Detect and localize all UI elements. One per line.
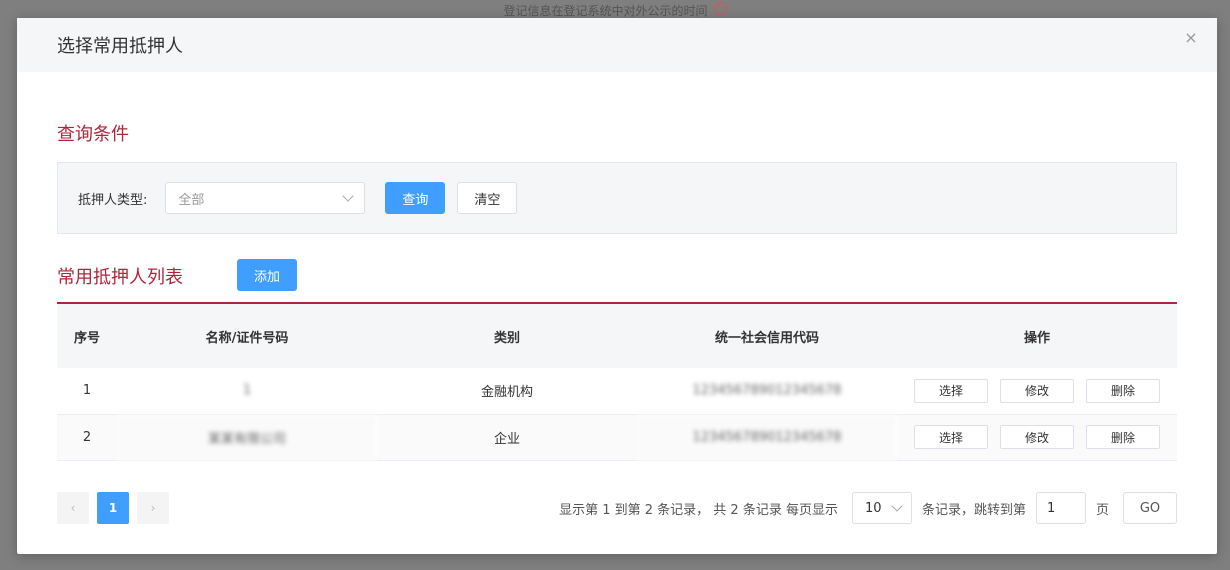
select-mortgagor-dialog: 选择常用抵押人 × 查询条件 抵押人类型: 全部 查询 清空 常用抵押人列表 添…	[17, 18, 1217, 554]
pagination: ‹ 1 › 显示第 1 到第 2 条记录， 共 2 条记录 每页显示 10 条记…	[57, 492, 1177, 524]
page-size-value: 10	[864, 500, 882, 516]
mortgagor-type-label: 抵押人类型:	[78, 192, 148, 208]
select-button[interactable]: 选择	[914, 378, 988, 403]
row-credit-code: 1234567890123456​78	[637, 368, 897, 415]
page-size-select[interactable]: 10	[851, 492, 912, 524]
chevron-down-icon	[342, 190, 355, 202]
table-header-row: 序号 名称/证件号码 类别 统一社会信用代码 操作	[57, 304, 1177, 368]
row-credit-code: 1234567890123456​78	[637, 414, 897, 461]
row-category: 企业	[377, 414, 637, 461]
background-hint: 登记信息在登记系统中对外公示的时间!	[0, 2, 1230, 19]
page-number-current[interactable]: 1	[97, 492, 129, 524]
column-header-actions: 操作	[897, 304, 1177, 368]
column-header-category: 类别	[377, 304, 637, 368]
dialog-title: 选择常用抵押人	[57, 36, 183, 57]
mortgagor-table: 序号 名称/证件号码 类别 统一社会信用代码 操作 1 1 金融机构 12345…	[57, 302, 1177, 461]
row-category: 金融机构	[377, 368, 637, 415]
dialog-header: 选择常用抵押人 ×	[17, 18, 1217, 72]
filter-panel: 抵押人类型: 全部 查询 清空	[57, 162, 1177, 234]
go-button[interactable]: GO	[1123, 492, 1177, 524]
row-name: 1	[117, 368, 377, 415]
info-icon: !	[713, 2, 727, 15]
row-name: 某某有限公司	[117, 414, 377, 461]
edit-button[interactable]: 修改	[1000, 425, 1074, 449]
mortgagor-type-value: 全部	[178, 192, 205, 208]
column-header-credit-code: 统一社会信用代码	[637, 304, 897, 368]
jump-page-input[interactable]: 1	[1035, 492, 1086, 524]
column-header-name: 名称/证件号码	[117, 304, 377, 368]
table-row: 1 1 金融机构 1234567890123456​78 选择 修改 删除	[57, 368, 1177, 415]
row-actions: 选择 修改 删除	[897, 414, 1177, 461]
table-row: 2 某某有限公司 企业 1234567890123456​78 选择 修改 删除	[57, 414, 1177, 461]
pagination-suffix: 条记录，跳转到第	[921, 502, 1026, 518]
row-index: 2	[57, 414, 117, 461]
pagination-summary: 显示第 1 到第 2 条记录， 共 2 条记录 每页显示	[559, 502, 838, 518]
delete-button[interactable]: 删除	[1086, 425, 1160, 449]
background-hint-text: 登记信息在登记系统中对外公示的时间	[503, 4, 708, 18]
pagination-info: 显示第 1 到第 2 条记录， 共 2 条记录 每页显示 10 条记录，跳转到第…	[559, 492, 1177, 524]
row-actions: 选择 修改 删除	[897, 368, 1177, 415]
list-section-title: 常用抵押人列表	[57, 267, 183, 288]
edit-button[interactable]: 修改	[1000, 378, 1074, 403]
prev-page-button[interactable]: ‹	[57, 492, 89, 524]
add-button[interactable]: 添加	[237, 259, 297, 291]
page-unit-label: 页	[1095, 502, 1109, 518]
clear-button[interactable]: 清空	[457, 182, 518, 214]
close-icon[interactable]: ×	[1183, 30, 1199, 46]
mortgagor-type-select[interactable]: 全部	[165, 182, 366, 214]
column-header-index: 序号	[57, 304, 117, 368]
select-button[interactable]: 选择	[914, 425, 988, 449]
next-page-button[interactable]: ›	[137, 492, 169, 524]
delete-button[interactable]: 删除	[1086, 378, 1160, 403]
row-index: 1	[57, 368, 117, 415]
chevron-down-icon	[891, 500, 903, 512]
query-button[interactable]: 查询	[385, 182, 446, 214]
query-section-title: 查询条件	[57, 124, 129, 145]
